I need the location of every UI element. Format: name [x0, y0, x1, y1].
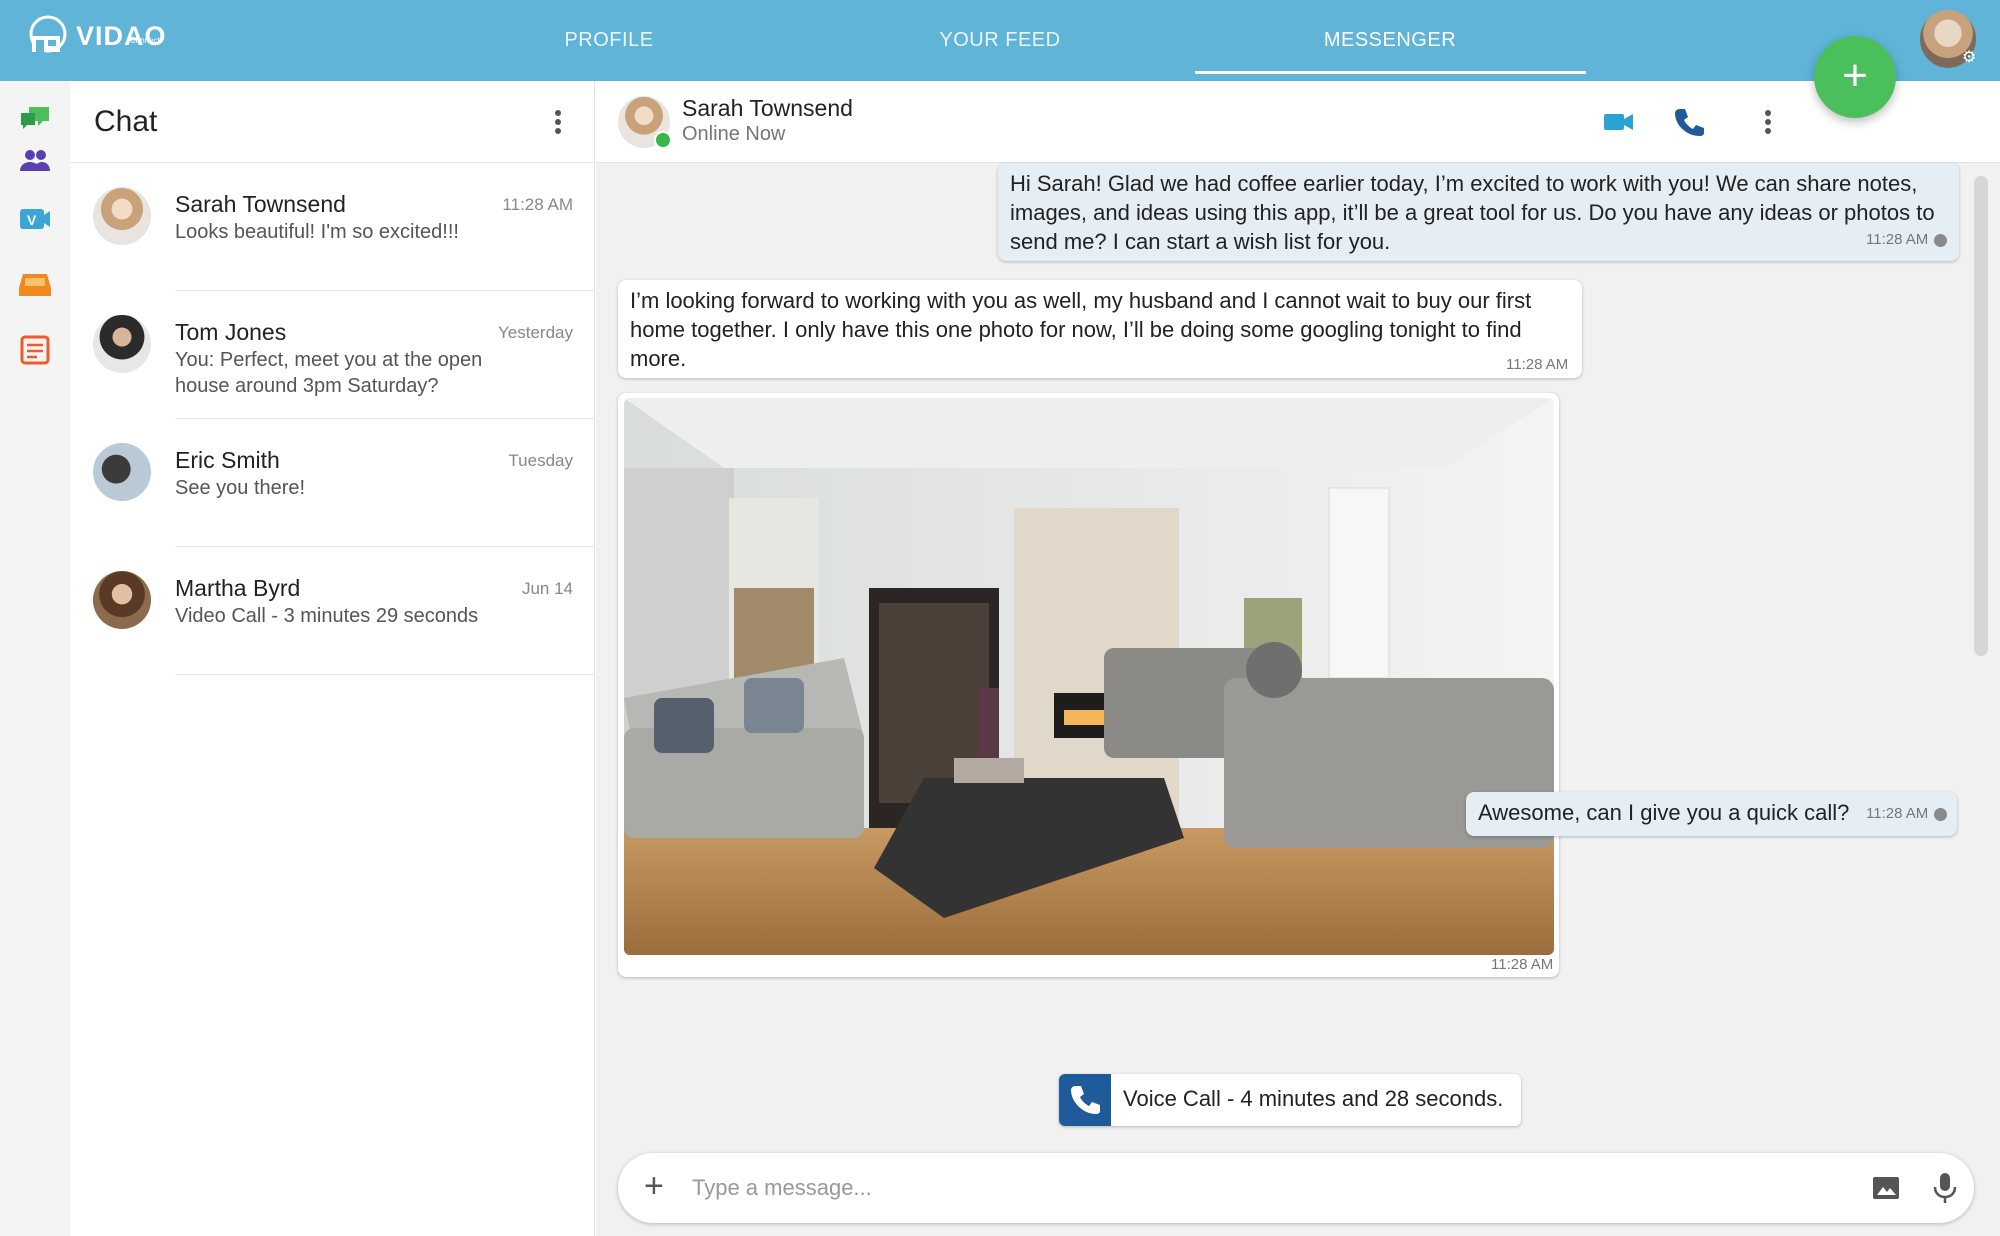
conversation-name: Martha Byrd — [175, 575, 301, 601]
tab-profile[interactable]: PROFILE — [414, 0, 804, 81]
living-room-photo[interactable] — [624, 398, 1554, 955]
vidao-logo-icon — [29, 15, 67, 53]
avatar — [93, 315, 151, 373]
online-indicator — [654, 131, 672, 149]
phone-icon — [1059, 1074, 1111, 1126]
top-nav-bar: VIDAO Connect PROFILE YOUR FEED MESSENGE… — [0, 0, 2000, 81]
call-event-text: Voice Call - 4 minutes and 28 seconds. — [1123, 1086, 1504, 1111]
contact-name: Sarah Townsend — [682, 95, 853, 121]
tab-your-feed[interactable]: YOUR FEED — [805, 0, 1195, 81]
new-message-fab-button[interactable]: + — [1814, 36, 1896, 118]
icon-rail: V — [0, 81, 70, 1236]
conversation-snippet: Looks beautiful! I'm so excited!!! — [175, 221, 459, 243]
active-tab-indicator — [1195, 71, 1586, 74]
voice-call-event[interactable]: Voice Call - 4 minutes and 28 seconds. — [1059, 1074, 1521, 1126]
message-timestamp: 11:28 AM — [1506, 356, 1569, 373]
avatar — [93, 443, 151, 501]
message-composer: + — [618, 1153, 1974, 1223]
phone-call-icon[interactable] — [1672, 105, 1706, 139]
message-text: Hi Sarah! Glad we had coffee earlier tod… — [1010, 171, 1935, 254]
conversation-more-icon[interactable] — [1758, 104, 1778, 140]
image-message[interactable]: 11:28 AM — [618, 393, 1559, 977]
avatar — [93, 187, 151, 245]
conversation-time: Yesterday — [498, 323, 573, 342]
message-timestamp: 11:28 AM — [1491, 956, 1554, 973]
message-scrollbar[interactable] — [1974, 176, 1988, 656]
chat-list-panel: Chat Sarah Townsend 11:28 AM Looks beaut… — [70, 81, 595, 1236]
notes-icon[interactable] — [17, 331, 53, 367]
message-bubble-incoming[interactable]: I’m looking forward to working with you … — [618, 280, 1582, 378]
conversation-header: Sarah Townsend Online Now — [596, 81, 2000, 163]
conversation-pane: Sarah Townsend Online Now Hi Sarah! Glad… — [596, 81, 2000, 1236]
settings-gear-icon[interactable]: ⚙ — [1962, 48, 1982, 68]
conversation-time: Jun 14 — [521, 579, 573, 598]
sent-status-dot — [1934, 807, 1948, 821]
video-call-icon[interactable] — [1602, 105, 1636, 139]
svg-text:V: V — [27, 212, 37, 228]
microphone-icon[interactable] — [1931, 1171, 1959, 1205]
conversation-item[interactable]: Sarah Townsend 11:28 AM Looks beautiful!… — [70, 163, 595, 291]
contacts-icon[interactable] — [17, 141, 53, 177]
video-icon[interactable]: V — [17, 201, 53, 237]
chat-list-header: Chat — [70, 81, 594, 163]
living-room-image — [624, 398, 1554, 955]
inbox-icon[interactable] — [17, 266, 53, 302]
conversation-snippet: Video Call - 3 minutes 29 seconds — [175, 605, 479, 627]
image-upload-icon[interactable] — [1871, 1173, 1901, 1203]
message-timestamp: 11:28 AM — [1866, 805, 1948, 822]
chat-list-more-icon[interactable] — [548, 104, 568, 140]
conversation-item[interactable]: Martha Byrd Jun 14 Video Call - 3 minute… — [70, 547, 595, 675]
message-timestamp: 11:28 AM — [1866, 231, 1948, 248]
chat-icon[interactable] — [17, 101, 53, 137]
conversation-snippet: You: Perfect, meet you at the open house… — [175, 349, 483, 397]
conversation-time: 11:28 AM — [502, 195, 573, 214]
message-bubble-outgoing[interactable]: Hi Sarah! Glad we had coffee earlier tod… — [998, 163, 1959, 261]
message-input[interactable] — [692, 1168, 1792, 1208]
conversation-item[interactable]: Eric Smith Tuesday See you there! — [70, 419, 595, 547]
add-attachment-button[interactable]: + — [644, 1167, 664, 1206]
conversation-name: Eric Smith — [175, 447, 280, 473]
avatar — [93, 571, 151, 629]
message-text: I’m looking forward to working with you … — [630, 288, 1532, 371]
message-text: Awesome, can I give you a quick call? — [1478, 800, 1850, 825]
conversation-snippet: See you there! — [175, 477, 306, 499]
sent-status-dot — [1934, 233, 1948, 247]
conversation-item[interactable]: Tom Jones Yesterday You: Perfect, meet y… — [70, 291, 595, 419]
conversation-name: Tom Jones — [175, 319, 287, 345]
tab-messenger[interactable]: MESSENGER — [1195, 0, 1585, 81]
conversation-time: Tuesday — [508, 451, 573, 470]
divider — [175, 674, 595, 675]
conversation-name: Sarah Townsend — [175, 191, 346, 217]
logo-subtext: Connect — [130, 36, 160, 45]
chat-list-title: Chat — [94, 105, 158, 138]
contact-status: Online Now — [682, 123, 786, 145]
